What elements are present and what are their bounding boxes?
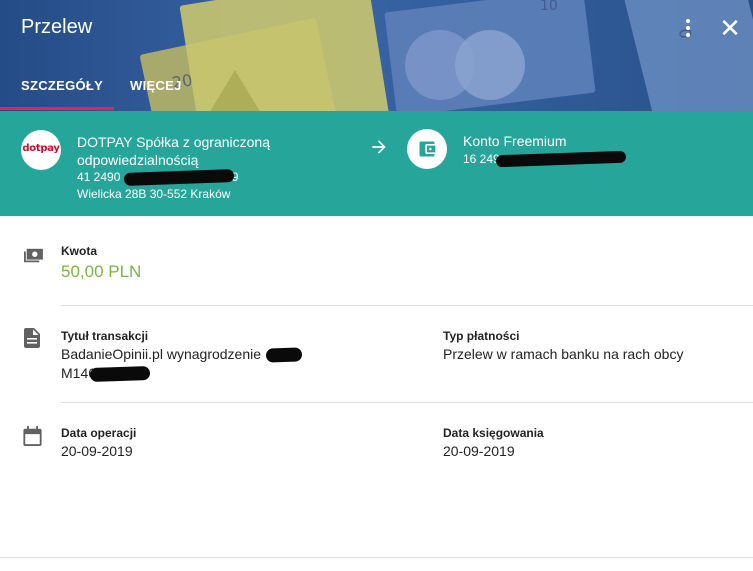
calendar-icon — [23, 426, 42, 446]
transaction-title-label: Tytuł transakcji — [61, 329, 149, 343]
banknote-digit: 10 — [540, 0, 558, 14]
sender-address: Wielicka 28B 30-552 Kraków — [77, 187, 231, 201]
money-icon — [24, 248, 43, 263]
recipient-name: Konto Freemium — [463, 133, 567, 149]
divider — [61, 305, 753, 306]
tab-more[interactable]: WIĘCEJ — [130, 78, 182, 93]
transaction-title-value-line1: BadanieOpinii.pl wynagrodzenie ····28 — [61, 346, 300, 362]
page-title: Przelew — [21, 16, 93, 38]
redaction-mark — [89, 365, 151, 383]
posting-date-value: 20-09-2019 — [443, 443, 515, 459]
posting-date-label: Data księgowania — [443, 426, 544, 440]
redaction-mark — [265, 347, 303, 363]
sender-name: DOTPAY Spółka z ograniczoną odpowiedzial… — [77, 134, 270, 168]
transfer-summary: dotpay DOTPAY Spółka z ograniczoną odpow… — [0, 111, 753, 216]
payment-type-value: Przelew w ramach banku na rach obcy — [443, 346, 684, 362]
logo-text: dotpay — [22, 143, 60, 154]
banknote-decoration — [205, 70, 265, 111]
document-icon — [24, 328, 40, 348]
payment-type-label: Typ płatności — [443, 329, 520, 343]
active-tab-indicator — [0, 107, 114, 110]
more-vert-icon[interactable] — [680, 17, 696, 39]
amount-label: Kwota — [61, 244, 97, 258]
operation-date-value: 20-09-2019 — [61, 443, 133, 459]
transfer-header: 20 0 10 Przelew ✕ SZCZEGÓŁY WIĘCEJ — [0, 0, 753, 111]
arrow-right-icon — [372, 140, 386, 154]
dotpay-logo: dotpay — [21, 130, 61, 170]
operation-date-label: Data operacji — [61, 426, 137, 440]
banknote-decoration — [455, 30, 525, 100]
divider — [61, 402, 753, 403]
amount-value: 50,00 PLN — [61, 262, 142, 281]
divider — [0, 557, 753, 558]
account-logo — [407, 129, 447, 169]
close-icon[interactable]: ✕ — [718, 15, 742, 41]
tab-details[interactable]: SZCZEGÓŁY — [21, 78, 103, 93]
wallet-icon — [419, 141, 436, 157]
